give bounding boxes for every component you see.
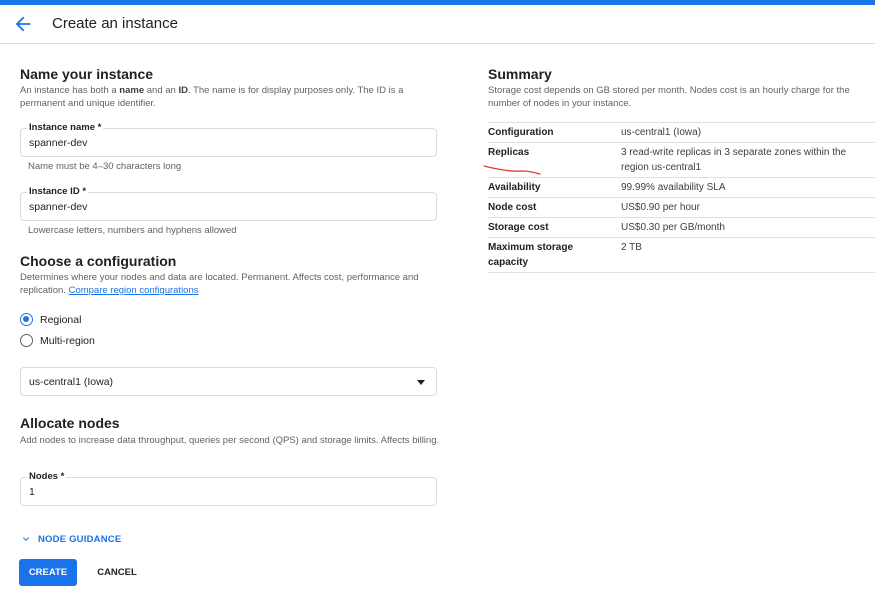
instance-id-hint: Lowercase letters, numbers and hyphens a…	[28, 225, 237, 236]
radio-regional-control[interactable]	[20, 313, 33, 326]
summary-title: Summary	[488, 66, 552, 82]
summary-value: 2 TB	[621, 237, 875, 273]
summary-row: Replicas 3 read-write replicas in 3 sepa…	[488, 142, 875, 178]
red-annotation-underline	[483, 165, 541, 175]
instance-id-value: spanner-dev	[29, 201, 88, 213]
summary-key: Configuration	[488, 122, 621, 143]
config-section-description: Determines where your nodes and data are…	[20, 272, 419, 296]
instance-name-label: Instance name *	[27, 122, 104, 133]
summary-value: 3 read-write replicas in 3 separate zone…	[621, 142, 875, 178]
summary-row: Configuration us-central1 (Iowa)	[488, 122, 875, 143]
summary-row: Storage cost US$0.30 per GB/month	[488, 217, 875, 238]
radio-multi-region[interactable]: Multi-region	[20, 334, 95, 347]
region-select[interactable]: us-central1 (Iowa)	[20, 367, 437, 396]
nodes-section-description: Add nodes to increase data throughput, q…	[20, 435, 440, 446]
cancel-button[interactable]: CANCEL	[88, 559, 146, 586]
nodes-label: Nodes *	[27, 471, 67, 482]
nodes-section-title: Allocate nodes	[20, 415, 120, 431]
summary-value: us-central1 (Iowa)	[621, 122, 875, 143]
arrow-back-icon	[15, 16, 31, 32]
instance-name-value: spanner-dev	[29, 137, 88, 149]
nodes-value: 1	[29, 486, 35, 498]
nodes-field[interactable]: Nodes * 1	[20, 471, 437, 506]
radio-regional-label: Regional	[40, 313, 82, 326]
summary-row: Maximum storage capacity 2 TB	[488, 237, 875, 273]
compare-regions-link[interactable]: Compare region configurations	[69, 285, 199, 296]
instance-name-hint: Name must be 4–30 characters long	[28, 161, 182, 172]
name-section-description: An instance has both a name and an ID. T…	[20, 85, 404, 109]
caret-down-icon	[417, 380, 425, 385]
summary-value: 99.99% availability SLA	[621, 177, 875, 198]
node-guidance-label: NODE GUIDANCE	[38, 533, 122, 545]
chevron-down-icon	[23, 537, 29, 541]
instance-name-field[interactable]: Instance name * spanner-dev	[20, 122, 437, 157]
radio-multi-region-label: Multi-region	[40, 334, 95, 347]
summary-key: Maximum storage capacity	[488, 237, 621, 273]
summary-table: Configuration us-central1 (Iowa) Replica…	[488, 122, 875, 273]
summary-description: Storage cost depends on GB stored per mo…	[488, 85, 850, 109]
name-section-title: Name your instance	[20, 66, 154, 82]
region-select-value: us-central1 (Iowa)	[29, 376, 114, 388]
page-header: Create an instance	[0, 5, 875, 44]
summary-value: US$0.90 per hour	[621, 197, 875, 218]
summary-row: Availability 99.99% availability SLA	[488, 177, 875, 198]
instance-id-label: Instance ID *	[27, 186, 89, 197]
summary-key: Availability	[488, 177, 621, 198]
summary-key: Storage cost	[488, 217, 621, 238]
summary-value: US$0.30 per GB/month	[621, 217, 875, 238]
radio-regional[interactable]: Regional	[20, 313, 81, 326]
instance-id-field[interactable]: Instance ID * spanner-dev	[20, 186, 437, 221]
create-button[interactable]: CREATE	[19, 559, 77, 586]
summary-key: Node cost	[488, 197, 621, 218]
config-section-title: Choose a configuration	[20, 253, 177, 269]
node-guidance-toggle[interactable]: NODE GUIDANCE	[20, 533, 121, 545]
summary-row: Node cost US$0.90 per hour	[488, 197, 875, 218]
radio-multi-region-control[interactable]	[20, 334, 33, 347]
page-title: Create an instance	[52, 15, 178, 32]
back-button[interactable]	[12, 13, 34, 35]
